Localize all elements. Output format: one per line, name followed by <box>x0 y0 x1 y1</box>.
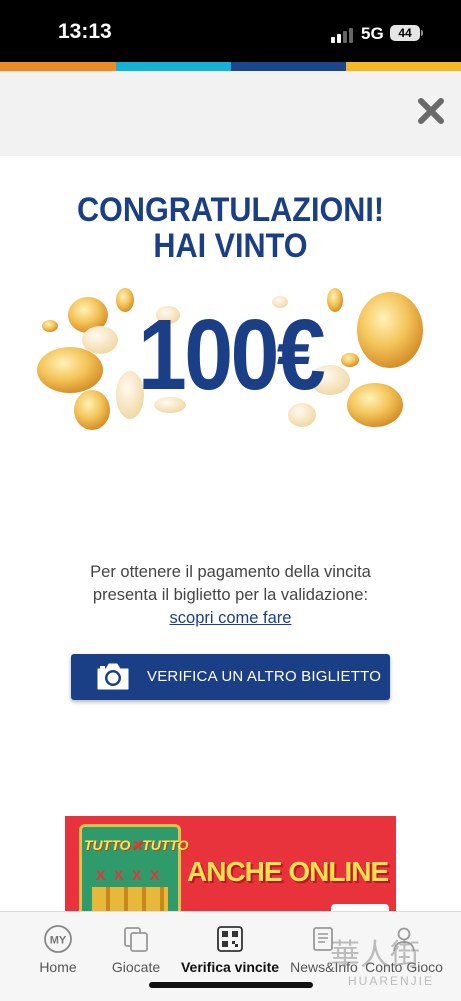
my-icon: MY <box>44 925 72 953</box>
ticket-mark: X <box>114 867 124 883</box>
info-line-1: Per ottenere il pagamento della vincita <box>90 563 371 581</box>
scratch-ticket-image: TUTTO✕TUTTO X X X X <box>79 824 189 916</box>
signal-icon <box>331 27 355 43</box>
watermark: 華人街 HUARENJIE <box>322 928 457 998</box>
verify-button-label: VERIFICA UN ALTRO BIGLIETTO <box>147 668 382 685</box>
prize-amount: 100€ <box>137 299 326 411</box>
verify-another-ticket-button[interactable]: VERIFICA UN ALTRO BIGLIETTO <box>71 654 390 700</box>
heading-line-2: HAI VINTO <box>153 227 308 265</box>
info-link-row: scopri come fare <box>0 607 461 630</box>
status-time: 13:13 <box>58 20 112 43</box>
tab-label: Verifica vincite <box>180 959 280 975</box>
ticket-title: TUTTO✕TUTTO <box>84 837 189 853</box>
payout-instructions: Per ottenere il pagamento della vincita … <box>0 561 461 607</box>
congratulations-heading: CONGRATULAZIONI! HAI VINTO <box>23 192 438 264</box>
promo-banner[interactable]: TUTTO✕TUTTO X X X X ANCHE ONLINE <box>65 816 396 916</box>
qr-code-icon <box>217 926 243 952</box>
ticket-mark: X <box>132 867 142 883</box>
battery-icon: 44 <box>390 25 420 41</box>
tab-giocate[interactable]: Giocate <box>98 912 174 982</box>
battery-tip <box>421 30 423 36</box>
status-bar: 13:13 5G 44 <box>0 0 461 62</box>
ticket-mark: X <box>150 867 160 883</box>
tab-label: Giocate <box>111 959 161 975</box>
tab-home[interactable]: MY Home <box>20 912 96 982</box>
ticket-mark: X <box>96 867 106 883</box>
tab-verifica-vincite[interactable]: Verifica vincite <box>178 912 282 982</box>
network-type: 5G <box>361 24 384 43</box>
watermark-cjk: 華人街 <box>330 938 420 973</box>
camera-icon <box>97 663 129 690</box>
tickets-icon <box>124 927 148 952</box>
how-to-link[interactable]: scopri come fare <box>170 609 292 627</box>
svg-text:MY: MY <box>50 935 67 947</box>
dialog-header <box>0 71 461 156</box>
tab-label: Home <box>39 959 77 975</box>
banner-headline: ANCHE ONLINE <box>187 856 389 887</box>
heading-line-1: CONGRATULAZIONI! <box>76 191 385 229</box>
close-button[interactable] <box>414 94 448 128</box>
home-indicator <box>149 982 313 988</box>
info-line-2: presenta il biglietto per la validazione… <box>92 586 369 604</box>
close-x-icon <box>418 98 444 124</box>
watermark-latin: HUARENJIE <box>348 974 435 988</box>
